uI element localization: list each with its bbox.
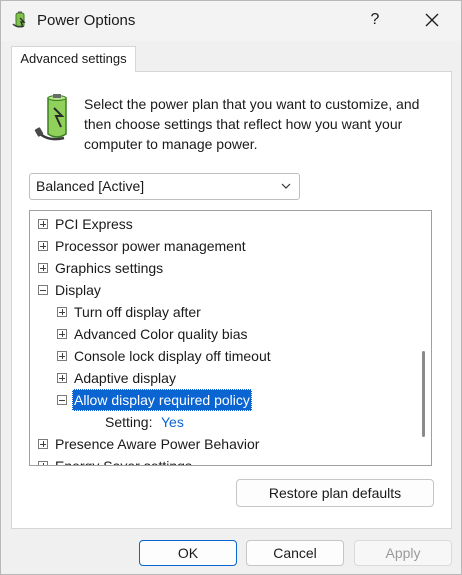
chevron-down-icon bbox=[281, 183, 291, 189]
tree-item-label: Turn off display after bbox=[74, 304, 201, 320]
power-options-icon bbox=[12, 11, 26, 28]
expand-icon[interactable] bbox=[38, 263, 48, 273]
close-button[interactable] bbox=[409, 1, 455, 39]
tree-item-label: Console lock display off timeout bbox=[74, 348, 271, 364]
expand-icon[interactable] bbox=[57, 329, 67, 339]
power-options-dialog: Power Options ? Advanced settings Select… bbox=[0, 0, 462, 575]
tree-item-label-selected: Allow display required policy bbox=[72, 389, 252, 411]
expand-icon[interactable] bbox=[57, 351, 67, 361]
settings-tree[interactable]: PCI Express Processor power management G… bbox=[29, 210, 432, 466]
expand-icon[interactable] bbox=[57, 373, 67, 383]
power-plan-selected-value: Balanced [Active] bbox=[36, 178, 145, 194]
window-title: Power Options bbox=[37, 12, 136, 29]
expand-icon[interactable] bbox=[38, 219, 48, 229]
tree-item-label: Advanced Color quality bias bbox=[74, 326, 248, 342]
tree-item-label: Energy Saver settings bbox=[55, 458, 192, 466]
expand-icon[interactable] bbox=[38, 461, 48, 465]
power-plan-dropdown[interactable]: Balanced [Active] bbox=[29, 173, 300, 200]
close-icon bbox=[425, 13, 439, 27]
plan-description: Select the power plan that you want to c… bbox=[84, 96, 420, 152]
tree-item-label: PCI Express bbox=[55, 216, 133, 232]
tree-item-label: Graphics settings bbox=[55, 260, 164, 276]
tree-item-label: Presence Aware Power Behavior bbox=[55, 436, 260, 452]
tree-item-label: Processor power management bbox=[55, 238, 246, 254]
tree-item-label: Adaptive display bbox=[74, 370, 176, 386]
collapse-icon[interactable] bbox=[38, 285, 48, 295]
tab-advanced-settings[interactable]: Advanced settings bbox=[11, 46, 136, 72]
cancel-button[interactable]: Cancel bbox=[246, 540, 344, 566]
expand-icon[interactable] bbox=[57, 307, 67, 317]
expand-icon[interactable] bbox=[38, 439, 48, 449]
setting-value-link[interactable]: Yes bbox=[161, 411, 184, 433]
collapse-icon[interactable] bbox=[57, 395, 67, 405]
advanced-settings-panel: Select the power plan that you want to c… bbox=[11, 71, 452, 529]
ok-button[interactable]: OK bbox=[139, 540, 237, 566]
battery-plan-icon bbox=[34, 94, 67, 141]
setting-label: Setting: bbox=[105, 414, 153, 430]
help-button[interactable]: ? bbox=[353, 1, 397, 39]
title-bar: Power Options ? bbox=[1, 1, 461, 41]
expand-icon[interactable] bbox=[38, 241, 48, 251]
scrollbar-thumb[interactable] bbox=[422, 351, 425, 437]
restore-plan-defaults-button[interactable]: Restore plan defaults bbox=[236, 479, 434, 507]
tree-item-label: Display bbox=[55, 282, 101, 298]
apply-button[interactable]: Apply bbox=[354, 540, 452, 566]
tree-scrollbar[interactable] bbox=[417, 211, 431, 465]
